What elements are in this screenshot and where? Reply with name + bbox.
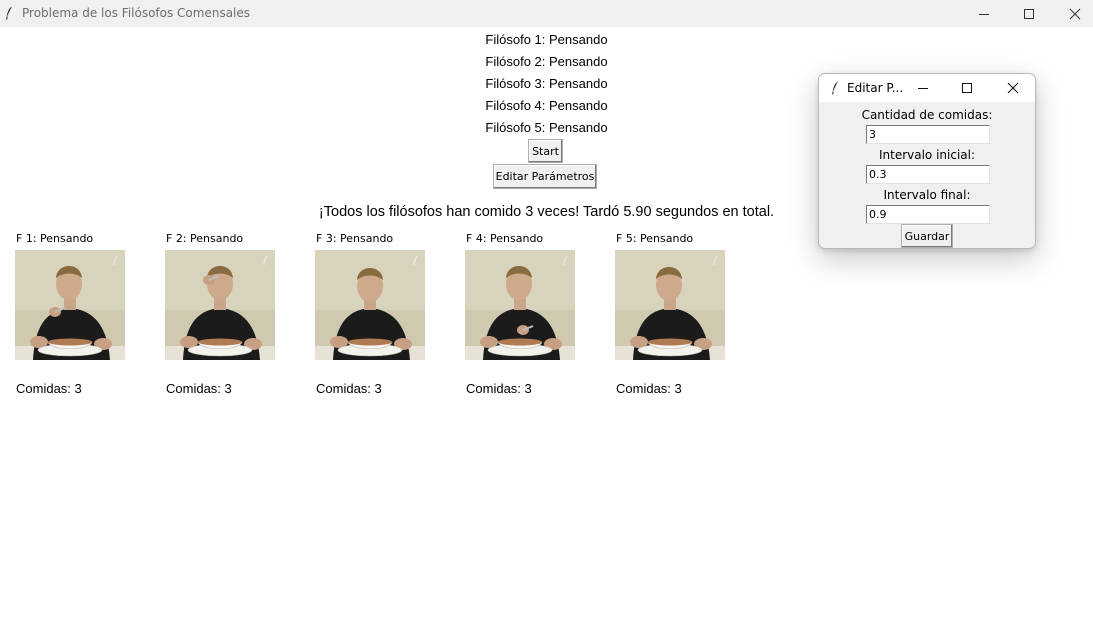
meals-count: Comidas: 3: [316, 381, 382, 396]
maximize-icon: [1024, 8, 1034, 19]
philosopher-image: [15, 250, 125, 360]
minimize-icon: [918, 88, 928, 89]
meals-count: Comidas: 3: [16, 381, 82, 396]
start-button[interactable]: Start: [528, 139, 563, 163]
dialog-minimize-button[interactable]: [901, 74, 945, 102]
philosopher-figure: [615, 250, 725, 360]
philosopher-label: F 1: Pensando: [16, 232, 94, 245]
philosopher-image: [465, 250, 575, 360]
philosopher-image: [165, 250, 275, 360]
philosopher-figure: [465, 250, 575, 360]
philosopher-status-2: Filósofo 2: Pensando: [485, 54, 608, 69]
meals-count: Comidas: 3: [616, 381, 682, 396]
interval-end-label: Intervalo final:: [883, 188, 971, 202]
philosopher-status-1: Filósofo 1: Pensando: [485, 32, 608, 47]
maximize-icon: [962, 83, 972, 93]
save-button[interactable]: Guardar: [901, 224, 953, 248]
interval-start-input[interactable]: 0.3: [866, 165, 990, 184]
feather-icon: [830, 80, 840, 101]
meals-quantity-label: Cantidad de comidas:: [861, 108, 993, 122]
close-icon: [1069, 8, 1081, 19]
philosopher-image: [315, 250, 425, 360]
interval-start-label: Intervalo inicial:: [878, 148, 976, 162]
meals-quantity-input[interactable]: 3: [866, 125, 990, 144]
minimize-icon: [979, 13, 989, 15]
philosopher-label: F 4: Pensando: [466, 232, 544, 245]
feather-icon: [4, 5, 14, 21]
philosopher-label: F 3: Pensando: [316, 232, 394, 245]
philosopher-figure: [315, 250, 425, 360]
dialog-close-button[interactable]: [991, 74, 1035, 102]
window-title: Problema de los Filósofos Comensales: [22, 6, 251, 20]
dialog-maximize-button[interactable]: [945, 74, 989, 102]
philosopher-image: [615, 250, 725, 360]
maximize-button[interactable]: [1006, 0, 1052, 27]
close-icon: [1007, 82, 1019, 94]
interval-end-input[interactable]: 0.9: [866, 205, 990, 224]
dialog-titlebar[interactable]: Editar P...: [819, 74, 1035, 102]
main-titlebar[interactable]: Problema de los Filósofos Comensales: [0, 0, 1093, 27]
meals-count: Comidas: 3: [466, 381, 532, 396]
meals-count: Comidas: 3: [166, 381, 232, 396]
philosopher-figure: [165, 250, 275, 360]
philosopher-figure: [15, 250, 125, 360]
edit-parameters-button[interactable]: Editar Parámetros: [493, 164, 597, 189]
dialog-title: Editar P...: [847, 81, 904, 95]
minimize-button[interactable]: [961, 0, 1007, 27]
close-button[interactable]: [1052, 0, 1093, 27]
philosopher-label: F 5: Pensando: [616, 232, 694, 245]
edit-parameters-dialog[interactable]: Editar P... Cantidad de comidas: 3 Inter…: [818, 73, 1036, 249]
philosopher-label: F 2: Pensando: [166, 232, 244, 245]
